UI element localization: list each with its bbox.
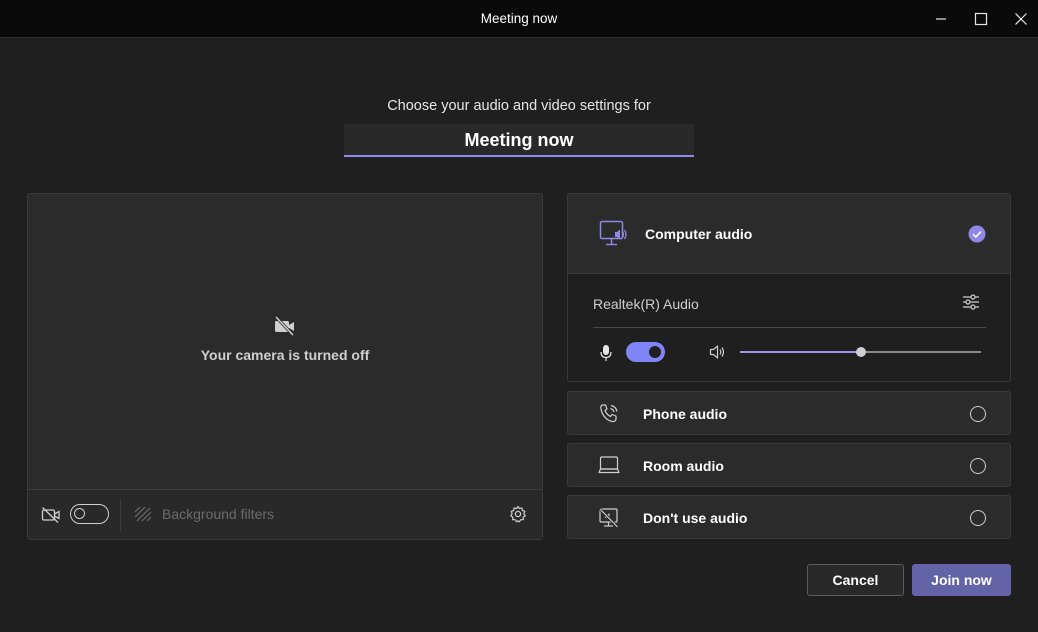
no-audio-option[interactable]: Don't use audio xyxy=(567,495,1011,539)
phone-icon xyxy=(600,404,618,423)
toggle-knob xyxy=(649,346,661,358)
room-audio-option[interactable]: Room audio xyxy=(567,443,1011,487)
camera-off-text: Your camera is turned off xyxy=(200,347,370,363)
computer-audio-label: Computer audio xyxy=(645,226,753,242)
camera-off-icon xyxy=(41,507,60,523)
phone-audio-radio[interactable] xyxy=(970,406,986,422)
no-audio-label: Don't use audio xyxy=(643,510,748,526)
background-filters-button[interactable]: Background filters xyxy=(134,506,274,522)
room-icon xyxy=(598,456,620,474)
toolbar-divider xyxy=(120,499,121,531)
microphone-toggle[interactable] xyxy=(626,342,665,362)
phone-audio-label: Phone audio xyxy=(643,406,727,422)
video-toolbar: Background filters xyxy=(28,489,542,539)
computer-audio-icon xyxy=(599,220,627,246)
volume-slider-fill xyxy=(740,351,861,353)
room-audio-label: Room audio xyxy=(643,458,724,474)
volume-slider[interactable] xyxy=(740,347,981,357)
audio-controls xyxy=(568,329,1010,381)
close-button[interactable] xyxy=(1006,4,1036,34)
speaker-icon xyxy=(709,345,725,359)
computer-audio-panel: Computer audio Realtek(R) Audio xyxy=(567,193,1011,382)
toggle-knob xyxy=(74,508,85,519)
microphone-icon xyxy=(600,345,612,361)
background-filters-icon xyxy=(134,506,152,522)
audio-device-name: Realtek(R) Audio xyxy=(593,296,699,312)
room-audio-radio[interactable] xyxy=(970,458,986,474)
title-bar: Meeting now xyxy=(0,0,1038,38)
meeting-name-field[interactable]: Meeting now xyxy=(344,124,694,157)
cancel-button[interactable]: Cancel xyxy=(807,564,904,596)
checkmark-icon xyxy=(968,225,986,243)
settings-prompt: Choose your audio and video settings for xyxy=(387,98,651,114)
camera-off-icon xyxy=(274,316,295,336)
video-preview-panel: Your camera is turned off Background fil… xyxy=(27,193,543,540)
maximize-icon xyxy=(974,12,988,26)
maximize-button[interactable] xyxy=(966,4,996,34)
device-settings-icon[interactable] xyxy=(962,294,980,310)
video-preview: Your camera is turned off xyxy=(28,194,542,490)
camera-off-notice: Your camera is turned off xyxy=(28,316,542,363)
minimize-button[interactable] xyxy=(926,4,956,34)
audio-device-row[interactable]: Realtek(R) Audio xyxy=(593,274,986,328)
volume-slider-thumb[interactable] xyxy=(855,347,866,357)
computer-audio-option[interactable]: Computer audio xyxy=(568,194,1010,274)
background-filters-label: Background filters xyxy=(162,506,275,522)
camera-toggle[interactable] xyxy=(70,504,109,524)
no-audio-icon xyxy=(598,507,619,529)
no-audio-radio[interactable] xyxy=(970,510,986,526)
window-title: Meeting now xyxy=(480,11,558,26)
minimize-icon xyxy=(936,18,946,20)
phone-audio-option[interactable]: Phone audio xyxy=(567,391,1011,435)
gear-icon[interactable] xyxy=(509,505,527,523)
close-icon xyxy=(1015,13,1027,25)
join-now-button[interactable]: Join now xyxy=(912,564,1011,596)
